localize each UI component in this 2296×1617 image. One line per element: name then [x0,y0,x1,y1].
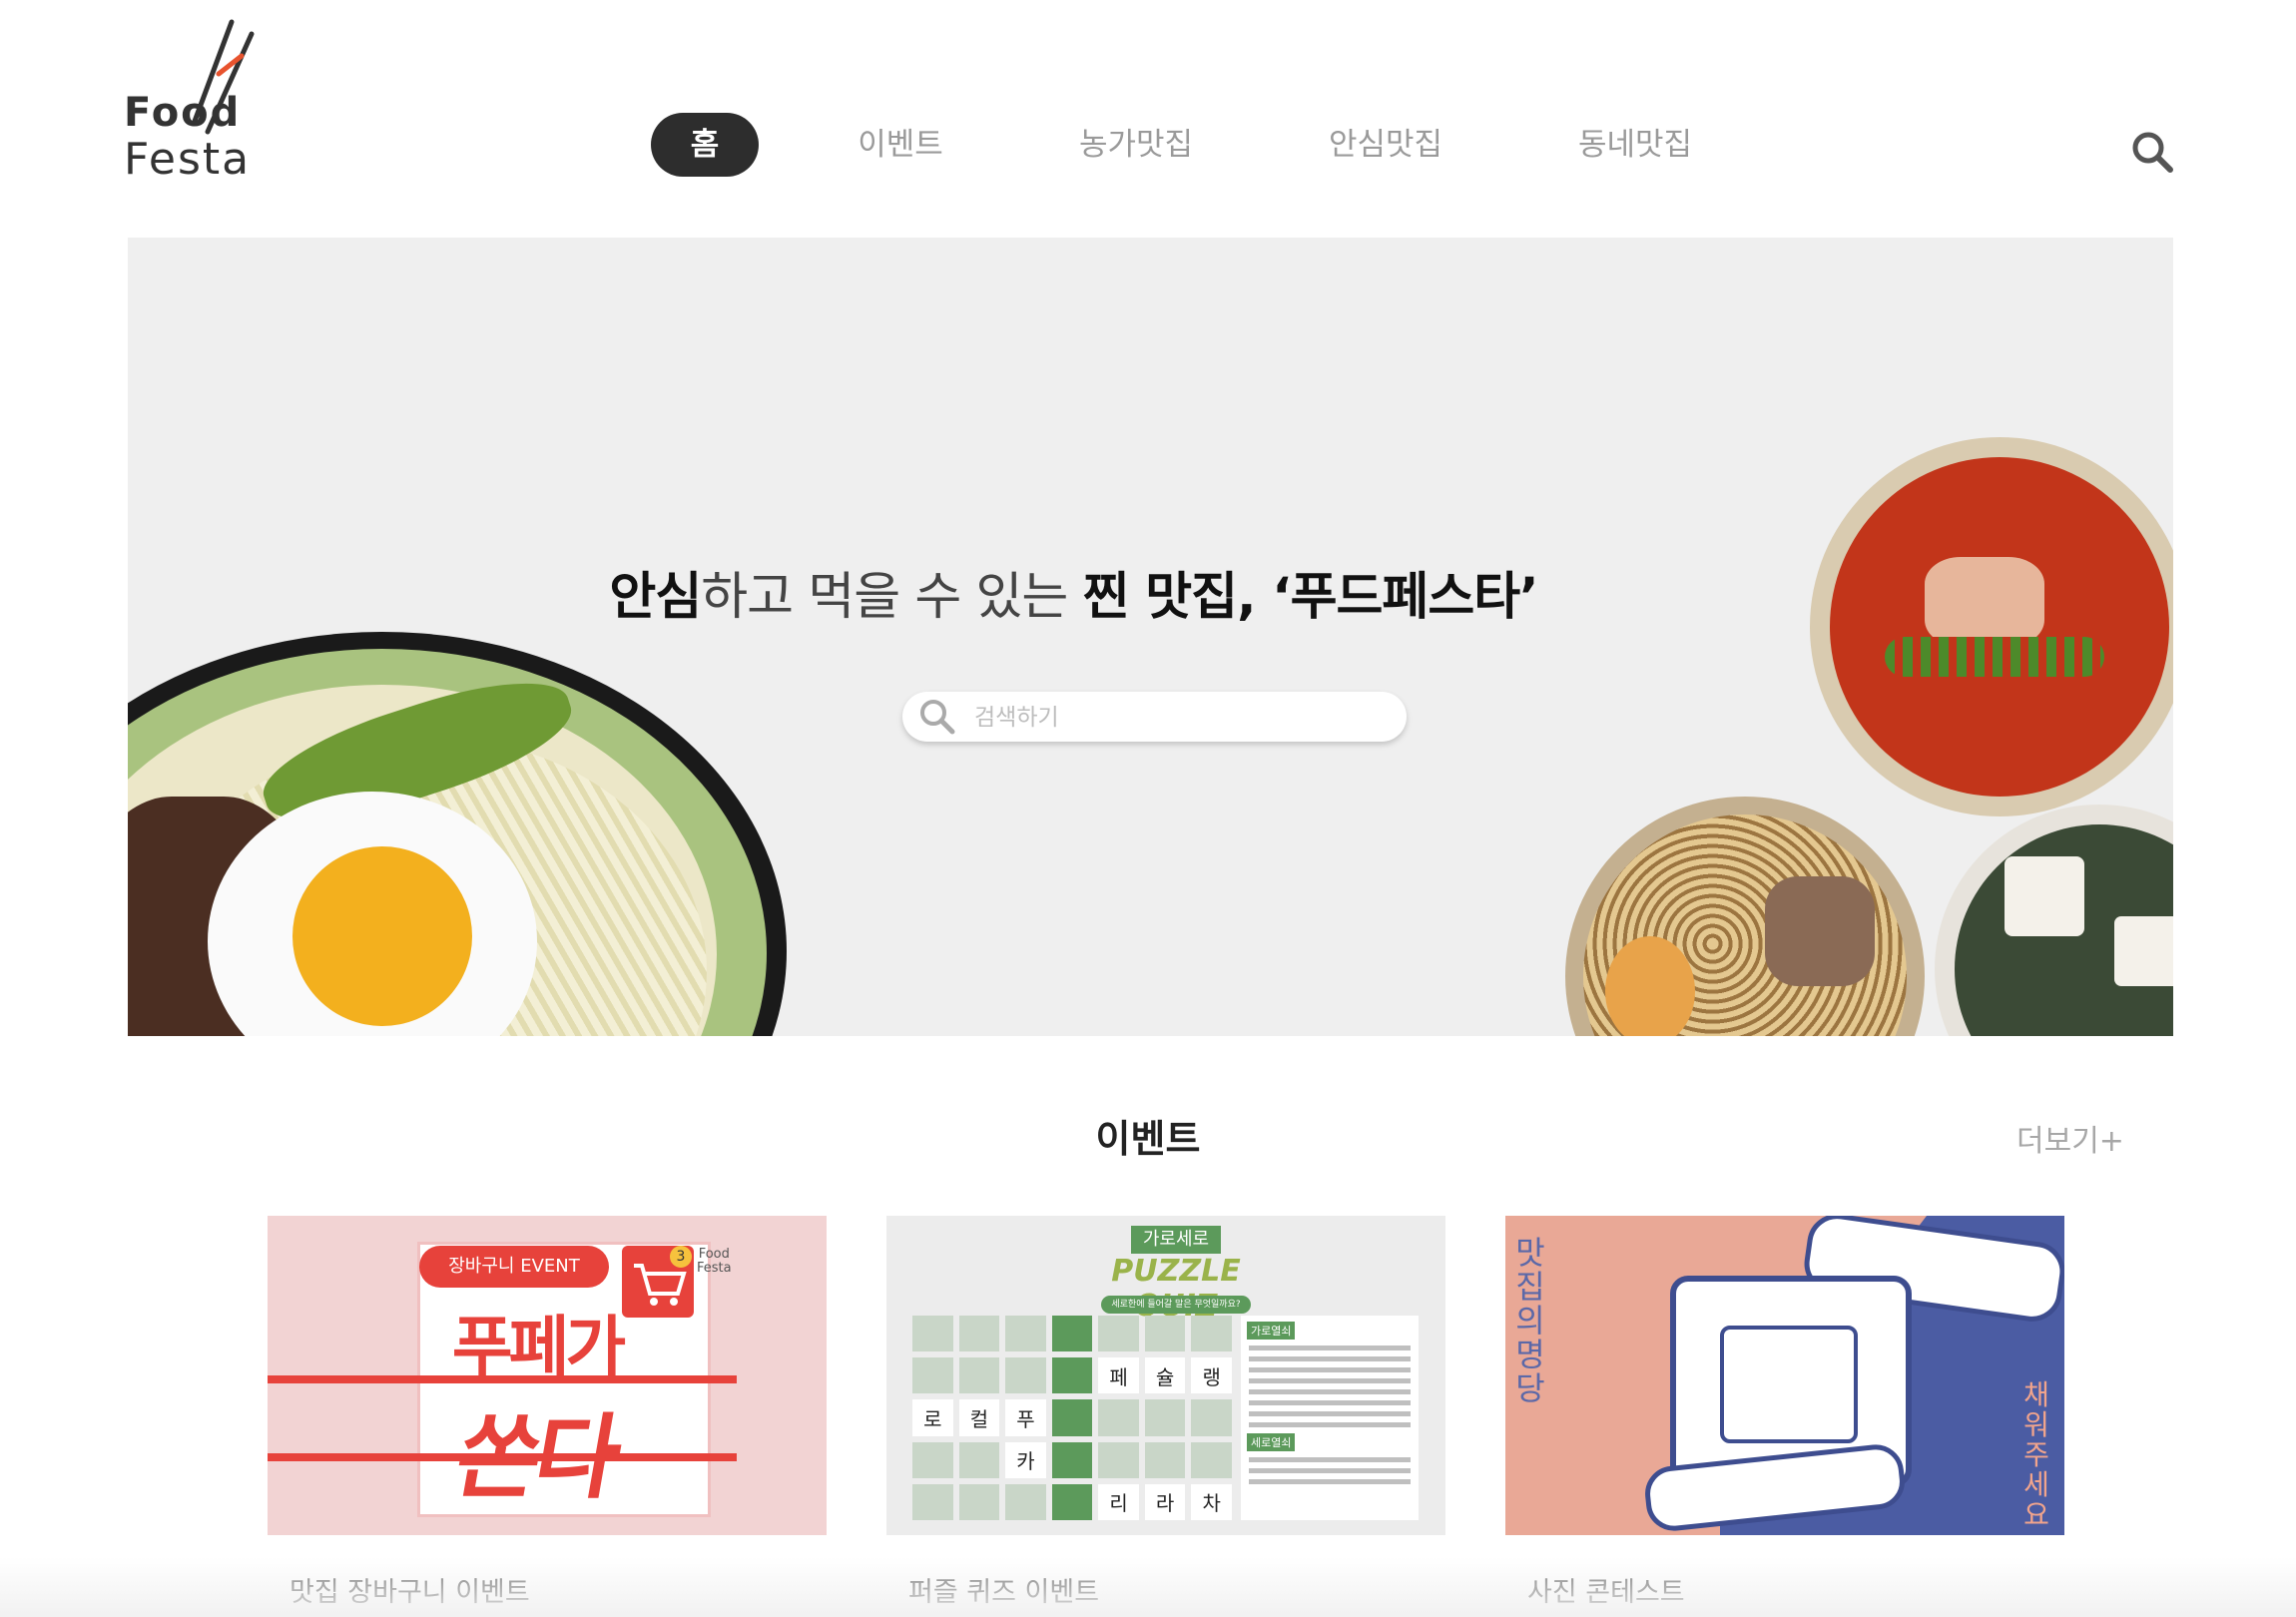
crossword-cell [1098,1441,1139,1478]
hero-search-box[interactable] [902,692,1407,742]
crossword-cell: 라 [1144,1483,1186,1520]
crossword-cell [912,1483,953,1520]
clue-line [1249,1346,1411,1350]
crossword-cell: 컬 [958,1399,1000,1436]
clue-line [1249,1389,1411,1394]
crossword-cell [958,1357,1000,1394]
cart-count-badge: 3 [670,1246,692,1268]
mini-logo-word-2: Festa [697,1261,732,1276]
crossword-cell [1051,1357,1093,1394]
event-caption-photo-contest: 사진 콘테스트 [1527,1577,1685,1608]
crossword-cell [1144,1316,1186,1352]
event-thumbnail-photo-contest: 맛집의명당 채워주세요 [1505,1216,2064,1535]
seaweed-soup-tofu-2 [2114,916,2173,986]
clue-line [1249,1411,1411,1416]
event-card-photo-contest[interactable]: 맛집의명당 채워주세요 사진 콘테스트 [1505,1216,2064,1608]
event-card-puzzle[interactable]: 가로세로 PUZZLE QUIZ 세로한에 들어갈 말은 무엇일까요? 페슐랭로… [886,1216,1445,1608]
mini-logo-text: Food Festa [697,1248,732,1276]
contest-vertical-text-right: 채워주세요 [2023,1378,2049,1531]
puzzle-clues: 가로열쇠 세로열쇠 [1241,1316,1419,1520]
puzzle-subtitle: 세로한에 들어갈 말은 무엇일까요? [1101,1296,1251,1314]
events-more-link[interactable]: 더보기+ [2016,1116,2124,1160]
crossword-cell [912,1316,953,1352]
clue-line [1249,1367,1411,1372]
crossword-cell [1051,1483,1093,1520]
noodle-bowl-chicken [1765,876,1875,986]
crossword-cell [1191,1441,1232,1478]
hero-title-brand: ‘푸드페스타’ [1255,568,1538,627]
contest-vertical-text-left: 맛집의명당 [1515,1234,1545,1407]
clue-line [1249,1378,1411,1383]
crossword-cell [958,1483,1000,1520]
event-thumbnail-puzzle: 가로세로 PUZZLE QUIZ 세로한에 들어갈 말은 무엇일까요? 페슐랭로… [886,1216,1445,1535]
crossword-cell [1191,1399,1232,1436]
hero-title-emph-1: 안심 [609,568,702,627]
clue-line [1249,1356,1411,1361]
crossword-cell [1051,1441,1093,1478]
crossword-cell [958,1316,1000,1352]
nav-item-home[interactable]: 홈 [651,113,759,177]
crossword-cell [1005,1316,1046,1352]
crossword-cell [1051,1316,1093,1352]
header-search-button[interactable] [2130,130,2174,174]
crossword-cell [1191,1316,1232,1352]
hero-search-input[interactable] [972,698,1386,738]
puzzle-title-ko: 가로세로 [1131,1226,1221,1254]
hero-title-emph-2: 찐 맛집, [1082,568,1257,627]
cart-headline-1: 푸페가 [451,1309,626,1385]
nav-item-safe-restaurants[interactable]: 안심맛집 [1316,113,1455,177]
crossword-cell: 랭 [1191,1357,1232,1394]
crossword-cell [1098,1316,1139,1352]
clue-line [1249,1457,1411,1462]
crossword-cell [1005,1483,1046,1520]
crossword-cell [912,1357,953,1394]
crossword-cell: 슐 [1144,1357,1186,1394]
fried-egg-yolk [292,846,472,1026]
crossword-cell [1098,1399,1139,1436]
crossword-cell [1144,1441,1186,1478]
crossword-cell: 카 [1005,1441,1046,1478]
event-thumbnail-cart: 장바구니 EVENT 3 Food Festa 푸페가 쏜다 [268,1216,827,1535]
across-label: 가로열쇠 [1247,1322,1296,1340]
cart-headline-2: 쏜다 [447,1404,624,1511]
hand-frame-inner [1720,1326,1858,1443]
crossword-cell: 로 [912,1399,953,1436]
clue-line [1249,1468,1411,1473]
hero-title-normal: 하고 먹을 수 있는 [701,568,1083,627]
crossword-cell [1051,1399,1093,1436]
crossword-cell [1144,1399,1186,1436]
search-icon [920,700,955,735]
nav-item-farm-restaurants[interactable]: 농가맛집 [1066,113,1206,177]
seaweed-soup-tofu [2005,856,2084,936]
cart-event-badge: 장바구니 EVENT [419,1246,609,1288]
search-icon [2132,132,2173,173]
clue-line [1249,1422,1411,1427]
crossword-cell: 차 [1191,1483,1232,1520]
noodle-bowl-egg [1605,936,1695,1036]
main-nav: 홈 이벤트 농가맛집 안심맛집 동네맛집 [0,113,2296,177]
crossword-cell [912,1441,953,1478]
crossword-grid: 페슐랭로컬푸카리라차 [912,1316,1232,1520]
events-section-title: 이벤트 [1095,1117,1201,1161]
hero-banner: 안심하고 먹을 수 있는 찐 맛집, ‘푸드페스타’ [128,238,2173,1036]
crossword-cell: 리 [1098,1483,1139,1520]
nav-item-local-restaurants[interactable]: 동네맛집 [1565,113,1705,177]
crossword-cell [1005,1357,1046,1394]
event-caption-puzzle: 퍼즐 퀴즈 이벤트 [908,1577,1100,1608]
mini-logo-word-1: Food [698,1247,730,1262]
crossword-cell [958,1441,1000,1478]
clue-line [1249,1400,1411,1405]
clue-line [1249,1479,1411,1484]
crossword-cell: 푸 [1005,1399,1046,1436]
event-card-cart[interactable]: 장바구니 EVENT 3 Food Festa 푸페가 쏜다 맛집 장바구니 이벤… [268,1216,827,1608]
event-caption-cart: 맛집 장바구니 이벤트 [289,1577,530,1608]
crossword-cell: 페 [1098,1357,1139,1394]
down-label: 세로열쇠 [1247,1433,1296,1451]
nav-item-events[interactable]: 이벤트 [839,113,962,177]
kimchi-stew-chives [1885,637,2104,677]
hero-headline: 안심하고 먹을 수 있는 찐 맛집, ‘푸드페스타’ [128,555,2019,629]
